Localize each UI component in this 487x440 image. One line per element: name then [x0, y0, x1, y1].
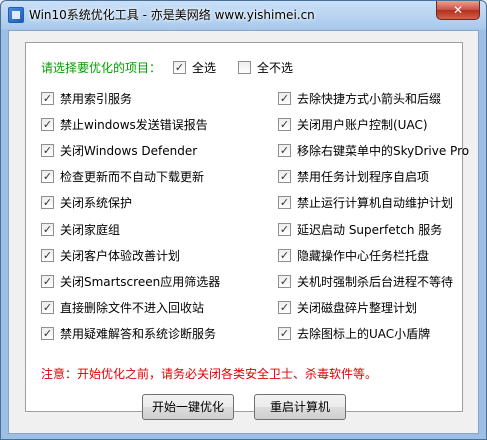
option-label[interactable]: 去除图标上的UAC小盾牌	[297, 325, 430, 342]
option-checkbox[interactable]: ✓	[278, 196, 291, 210]
option-item[interactable]: ✓ 检查更新而不自动下载更新	[41, 168, 204, 185]
option-label[interactable]: 禁用疑难解答和系统诊断服务	[60, 325, 216, 342]
warning-text: 注意：开始优化之前，请务必关闭各类安全卫士、杀毒软件等。	[41, 367, 378, 381]
check-icon: ✓	[42, 300, 53, 314]
option-checkbox[interactable]: ✓	[41, 170, 54, 184]
title-bar[interactable]: Win10系统优化工具 - 亦是美网络 www.yishimei.cn ✕	[1, 1, 486, 27]
app-window: Win10系统优化工具 - 亦是美网络 www.yishimei.cn ✕ 请选…	[0, 0, 487, 440]
check-icon: ✓	[279, 118, 290, 132]
option-item[interactable]: ✓ 去除快捷方式小箭头和后缀	[278, 90, 441, 107]
option-checkbox[interactable]: ✓	[278, 144, 291, 158]
check-icon: ✓	[279, 274, 290, 288]
option-checkbox[interactable]: ✓	[41, 222, 54, 236]
check-icon: ✓	[279, 326, 290, 340]
check-icon: ✓	[279, 170, 290, 184]
option-item[interactable]: ✓ 直接删除文件不进入回收站	[41, 299, 204, 316]
select-all-checkbox[interactable]: ✓	[173, 61, 187, 74]
option-item[interactable]: ✓ 关闭Windows Defender	[41, 142, 197, 159]
check-icon: ✓	[279, 92, 290, 105]
option-checkbox[interactable]: ✓	[41, 92, 54, 105]
option-item[interactable]: ✓ 关闭家庭组	[41, 221, 120, 238]
check-icon: ✓	[42, 92, 53, 105]
check-icon: ✓	[42, 274, 53, 288]
option-item[interactable]: ✓ 禁止运行计算机自动维护计划	[278, 194, 453, 211]
check-icon: ✓	[42, 248, 53, 262]
option-checkbox[interactable]: ✓	[278, 222, 291, 236]
check-icon: ✓	[279, 248, 290, 262]
option-label[interactable]: 检查更新而不自动下载更新	[60, 168, 204, 185]
option-checkbox[interactable]: ✓	[41, 274, 54, 288]
option-item[interactable]: ✓ 禁止windows发送错误报告	[41, 116, 208, 133]
option-checkbox[interactable]: ✓	[41, 248, 54, 262]
option-checkbox[interactable]: ✓	[41, 196, 54, 210]
option-checkbox[interactable]: ✓	[41, 300, 54, 314]
option-item[interactable]: ✓ 禁用任务计划程序自启项	[278, 168, 429, 185]
option-checkbox[interactable]: ✓	[278, 248, 291, 262]
option-checkbox[interactable]: ✓	[278, 326, 291, 340]
option-checkbox[interactable]: ✓	[278, 274, 291, 288]
option-checkbox[interactable]: ✓	[278, 170, 291, 184]
window-title: Win10系统优化工具 - 亦是美网络 www.yishimei.cn	[29, 8, 315, 22]
check-icon: ✓	[42, 144, 53, 158]
option-item[interactable]: ✓ 关闭Smartscreen应用筛选器	[41, 273, 220, 290]
option-label[interactable]: 禁止运行计算机自动维护计划	[297, 194, 453, 211]
restart-computer-button[interactable]: 重启计算机	[254, 394, 346, 420]
selection-row: 请选择要优化的项目： ✓ 全选 全不选	[41, 59, 293, 76]
option-item[interactable]: ✓ 禁用疑难解答和系统诊断服务	[41, 325, 216, 342]
option-item[interactable]: ✓ 移除右键菜单中的SkyDrive Pro	[278, 142, 469, 159]
option-checkbox[interactable]: ✓	[41, 326, 54, 340]
option-label[interactable]: 禁用任务计划程序自启项	[297, 168, 429, 185]
option-item[interactable]: ✓ 禁用索引服务	[41, 90, 132, 107]
check-icon: ✓	[279, 300, 290, 314]
client-area: 请选择要优化的项目： ✓ 全选 全不选 ✓ 禁用索引服务 ✓ 禁止windows发送错…	[8, 30, 479, 434]
option-label[interactable]: 禁止windows发送错误报告	[60, 116, 208, 133]
check-icon: ✓	[42, 196, 53, 210]
app-icon	[8, 7, 24, 23]
select-none-checkbox[interactable]	[238, 61, 252, 74]
option-item[interactable]: ✓ 关机时强制杀后台进程不等待	[278, 273, 453, 290]
start-optimize-button[interactable]: 开始一键优化	[142, 394, 234, 420]
option-label[interactable]: 延迟启动 Superfetch 服务	[297, 221, 442, 238]
option-label[interactable]: 禁用索引服务	[60, 90, 132, 107]
option-item[interactable]: ✓ 关闭用户账户控制(UAC)	[278, 116, 428, 133]
check-icon: ✓	[42, 326, 53, 340]
check-icon: ✓	[174, 61, 185, 74]
check-icon: ✓	[279, 144, 290, 158]
check-icon: ✓	[42, 222, 53, 236]
option-item[interactable]: ✓ 关闭系统保护	[41, 194, 132, 211]
check-icon: ✓	[42, 170, 53, 184]
option-label[interactable]: 关机时强制杀后台进程不等待	[297, 273, 453, 290]
options-panel: 请选择要优化的项目： ✓ 全选 全不选 ✓ 禁用索引服务 ✓ 禁止windows发送错…	[25, 42, 469, 412]
option-label[interactable]: 直接删除文件不进入回收站	[60, 299, 204, 316]
select-all-label[interactable]: 全选	[192, 59, 216, 76]
option-checkbox[interactable]: ✓	[41, 144, 54, 158]
option-label[interactable]: 关闭Windows Defender	[60, 142, 197, 159]
option-item[interactable]: ✓ 隐藏操作中心任务栏托盘	[278, 247, 429, 264]
select-none-label[interactable]: 全不选	[257, 59, 293, 76]
option-checkbox[interactable]: ✓	[278, 300, 291, 314]
check-icon: ✓	[279, 196, 290, 210]
option-label[interactable]: 隐藏操作中心任务栏托盘	[297, 247, 429, 264]
option-label[interactable]: 移除右键菜单中的SkyDrive Pro	[297, 142, 469, 159]
selection-prompt: 请选择要优化的项目：	[41, 61, 162, 75]
option-item[interactable]: ✓ 延迟启动 Superfetch 服务	[278, 221, 442, 238]
option-label[interactable]: 关闭系统保护	[60, 194, 132, 211]
check-icon: ✓	[42, 118, 53, 132]
option-item[interactable]: ✓ 去除图标上的UAC小盾牌	[278, 325, 430, 342]
option-label[interactable]: 关闭家庭组	[60, 221, 120, 238]
option-item[interactable]: ✓ 关闭磁盘碎片整理计划	[278, 299, 417, 316]
option-checkbox[interactable]: ✓	[278, 92, 291, 105]
check-icon: ✓	[279, 222, 290, 236]
option-checkbox[interactable]: ✓	[41, 118, 54, 132]
option-label[interactable]: 去除快捷方式小箭头和后缀	[297, 90, 441, 107]
option-label[interactable]: 关闭客户体验改善计划	[60, 247, 180, 264]
close-button[interactable]: ✕	[436, 1, 480, 20]
option-checkbox[interactable]: ✓	[278, 118, 291, 132]
option-item[interactable]: ✓ 关闭客户体验改善计划	[41, 247, 180, 264]
option-label[interactable]: 关闭Smartscreen应用筛选器	[60, 273, 220, 290]
option-label[interactable]: 关闭磁盘碎片整理计划	[297, 299, 417, 316]
option-label[interactable]: 关闭用户账户控制(UAC)	[297, 116, 428, 133]
